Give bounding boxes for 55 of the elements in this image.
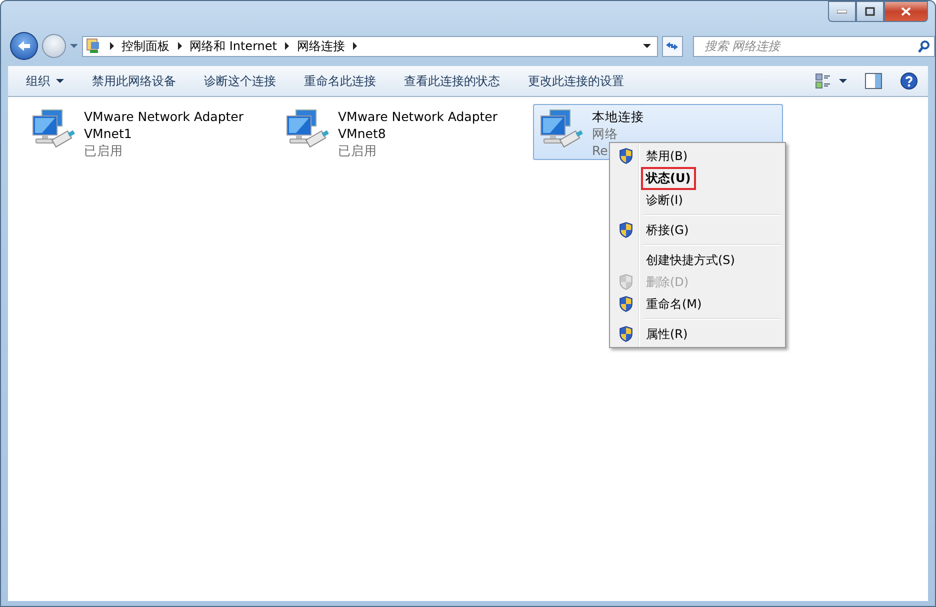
preview-pane-icon[interactable] <box>865 73 882 89</box>
shield-icon <box>619 326 633 342</box>
menu-item[interactable]: 诊断(I) <box>612 189 783 211</box>
toolbar-button[interactable]: 重命名此连接 <box>296 68 384 94</box>
menu-item[interactable]: 属性(R) <box>612 323 783 345</box>
view-options-icon[interactable] <box>815 73 831 89</box>
device-name: Re <box>592 142 608 159</box>
minimize-icon <box>837 10 847 14</box>
toolbar-button[interactable]: 组织 <box>18 68 72 94</box>
search-icon[interactable] <box>918 40 930 52</box>
minimize-button[interactable] <box>828 1 856 22</box>
shield-icon <box>619 222 633 238</box>
menu-item[interactable]: 重命名(M) <box>612 293 783 315</box>
refresh-icon <box>665 40 680 52</box>
search-input[interactable]: 搜索 网络连接 <box>702 38 918 54</box>
back-button[interactable] <box>10 32 38 60</box>
connection-status: 网络 <box>592 125 618 142</box>
address-bar[interactable]: 控制面板 网络和 Internet 网络连接 <box>82 36 658 56</box>
back-arrow-icon <box>16 40 31 52</box>
close-icon <box>901 7 911 16</box>
menu-item[interactable]: 状态(U) <box>612 167 783 189</box>
shield-icon <box>619 148 633 164</box>
connection-name: VMware Network Adapter VMnet8 <box>338 108 499 142</box>
dropdown-caret-icon[interactable] <box>642 44 651 48</box>
toolbar-button[interactable]: 更改此连接的设置 <box>520 68 632 94</box>
caret-icon[interactable] <box>839 79 847 83</box>
network-connection-item[interactable]: VMware Network Adapter VMnet8 已启用 <box>279 104 529 160</box>
history-dropdown-icon[interactable] <box>70 44 78 48</box>
breadcrumb-arrow-icon <box>352 42 357 50</box>
close-button[interactable] <box>884 1 928 22</box>
breadcrumb-item[interactable]: 网络连接 <box>296 38 345 54</box>
breadcrumb-item[interactable]: 控制面板 <box>122 38 170 54</box>
connection-name: 本地连接 <box>592 108 645 125</box>
breadcrumb-item[interactable]: 网络和 Internet <box>190 38 277 54</box>
maximize-button[interactable] <box>856 1 884 22</box>
control-panel-icon <box>86 38 102 54</box>
toolbar-button[interactable]: 诊断这个连接 <box>196 68 284 94</box>
shield-icon <box>619 296 633 312</box>
toolbar-button[interactable]: 查看此连接的状态 <box>396 68 508 94</box>
refresh-button[interactable] <box>662 36 684 56</box>
help-icon[interactable] <box>900 72 918 90</box>
search-box[interactable]: 搜索 网络连接 <box>693 36 935 56</box>
breadcrumb-arrow-icon <box>178 42 182 50</box>
maximize-icon <box>865 7 875 16</box>
network-connection-item[interactable]: VMware Network Adapter VMnet1 已启用 <box>25 104 275 160</box>
breadcrumb-arrow-icon <box>284 42 289 50</box>
connection-name: VMware Network Adapter VMnet1 <box>84 108 245 142</box>
menu-item[interactable]: 创建快捷方式(S) <box>612 249 783 271</box>
toolbar-button[interactable]: 禁用此网络设备 <box>84 68 184 94</box>
connection-status: 已启用 <box>338 142 377 159</box>
menu-item[interactable]: 桥接(G) <box>612 219 783 241</box>
shield-icon <box>619 274 633 290</box>
caret-icon <box>56 79 64 83</box>
connection-status: 已启用 <box>84 142 123 159</box>
breadcrumb-arrow-icon <box>110 42 114 50</box>
